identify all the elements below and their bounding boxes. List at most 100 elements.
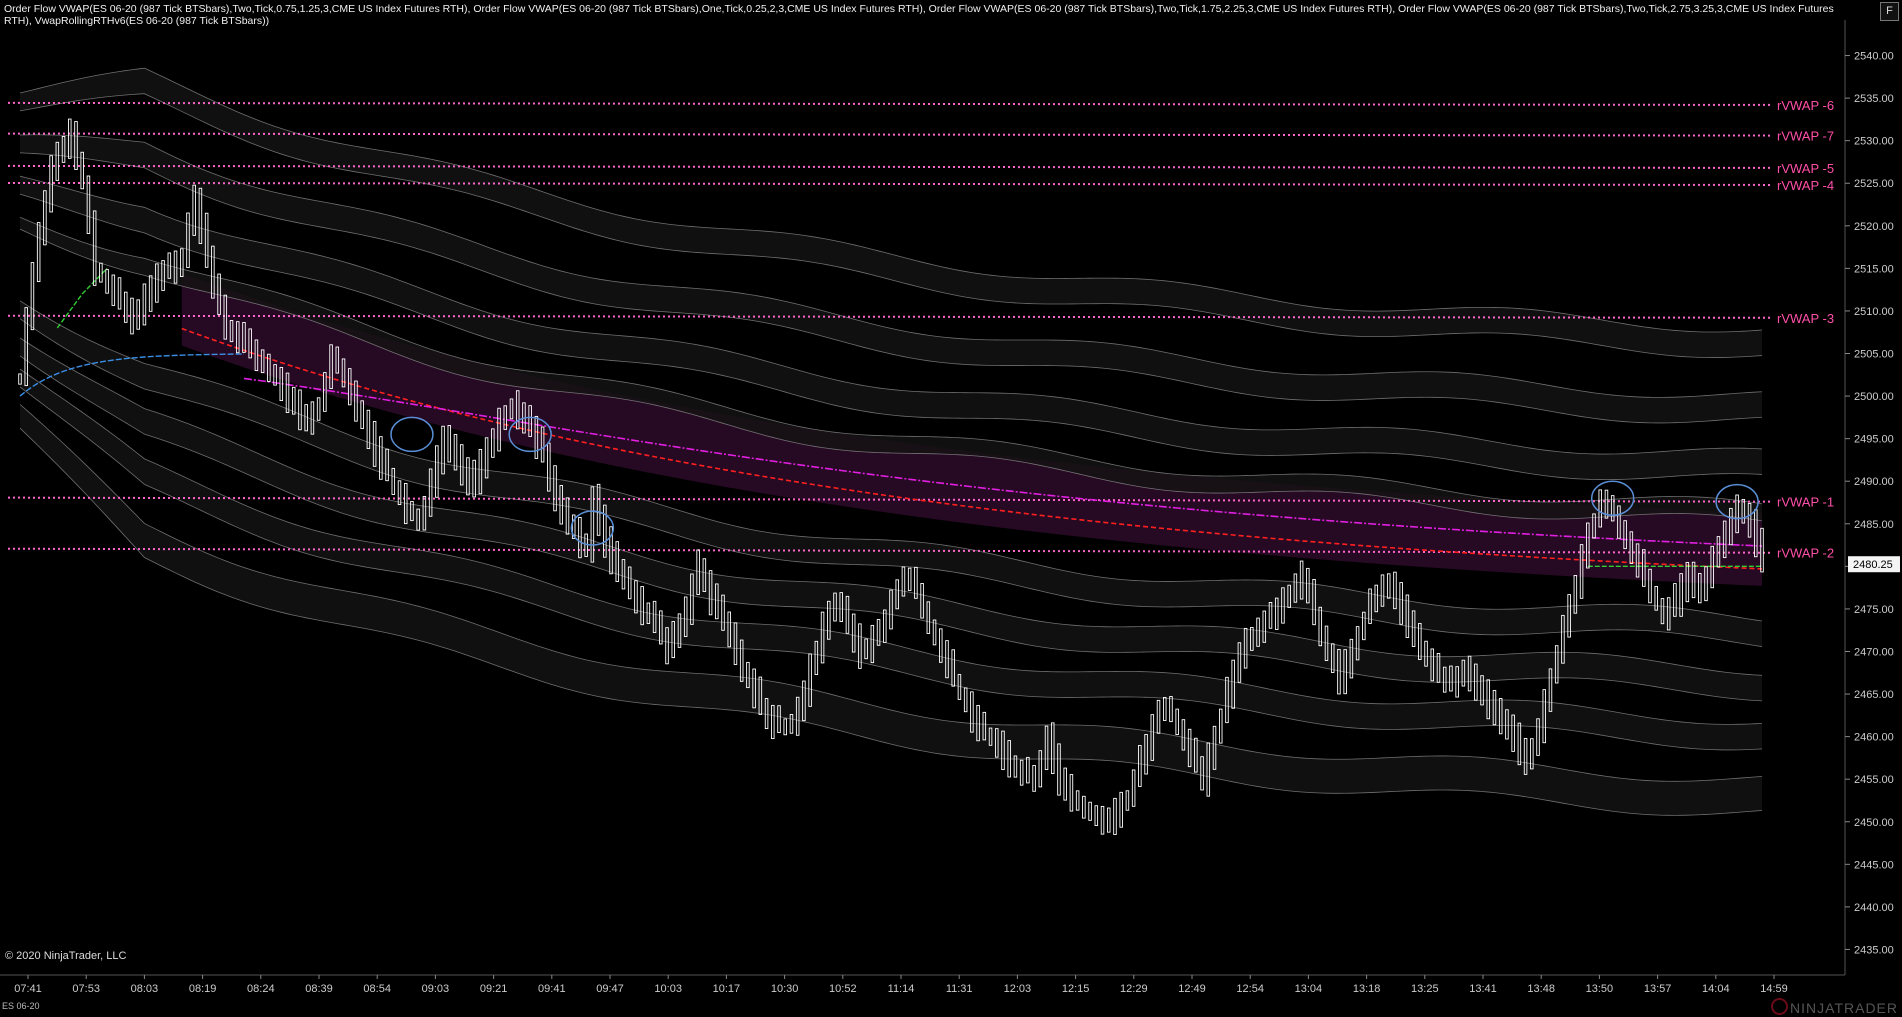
time-tick-label: 13:50 (1586, 983, 1614, 995)
price-tick-label: 2500.00 (1854, 391, 1894, 403)
indicator-legend: Order Flow VWAP(ES 06-20 (987 Tick BTSba… (4, 3, 1834, 27)
time-tick-label: 07:53 (72, 983, 100, 995)
price-bar (1100, 805, 1105, 835)
price-bar (447, 425, 452, 463)
price-bar (1386, 573, 1391, 599)
price-tick-label: 2470.00 (1854, 646, 1894, 658)
price-tick-label: 2495.00 (1854, 434, 1894, 446)
time-tick-label: 12:15 (1062, 983, 1090, 995)
time-tick-label: 09:03 (422, 983, 450, 995)
rvwap-label: rVWAP -4 (1777, 178, 1834, 193)
price-tick-label: 2515.00 (1854, 263, 1894, 275)
price-tick-label: 2465.00 (1854, 689, 1894, 701)
touch-marker-circle (390, 416, 434, 453)
price-bar (1032, 765, 1036, 792)
rvwap-line (7, 181, 1771, 186)
rvwap-line (7, 101, 1771, 106)
time-tick-label: 13:57 (1644, 983, 1672, 995)
copyright-text: © 2020 NinjaTrader, LLC (5, 950, 127, 962)
price-axis: 2540.00 2535.00 2530.00 2525.00 2520.00 2515.… (1844, 20, 1900, 975)
time-tick-label: 11:31 (946, 983, 973, 995)
price-tick-label: 2460.00 (1854, 732, 1894, 744)
time-tick-label: 10:52 (829, 983, 857, 995)
price-bar (397, 480, 402, 505)
price-tick-label: 2510.00 (1854, 306, 1894, 318)
time-tick-label: 09:47 (596, 983, 624, 995)
price-bar (1175, 708, 1179, 736)
price-bar (453, 434, 458, 471)
price-bar (1418, 622, 1422, 660)
time-tick-label: 13:48 (1527, 983, 1555, 995)
time-axis: 07:41 07:53 08:03 08:19 08:24 08:39 08:54 09:03… (0, 974, 1845, 995)
price-bar (1131, 769, 1136, 807)
price-bar (1088, 801, 1092, 821)
price-bar (316, 397, 321, 421)
time-tick-label: 08:24 (247, 983, 275, 995)
price-bar (1026, 756, 1030, 784)
time-tick-label: 08:39 (305, 983, 333, 995)
price-bar (360, 400, 364, 430)
price-bar (907, 567, 912, 591)
rvwap-line (7, 164, 1771, 169)
price-bar (932, 619, 937, 646)
price-tick-label: 2520.00 (1854, 221, 1894, 233)
price-tick-label: 2540.00 (1854, 51, 1894, 63)
touch-marker-circle (570, 510, 615, 546)
price-tick-label: 2485.00 (1854, 519, 1894, 531)
price-bar (136, 299, 140, 330)
price-bar (634, 580, 638, 614)
time-tick-label: 09:41 (538, 983, 566, 995)
price-tick-label: 2455.00 (1854, 774, 1894, 786)
price-bar (99, 262, 103, 283)
price-bar (1318, 606, 1323, 647)
ninjatrader-logo: NINJATRADER (1771, 998, 1898, 1016)
price-bar (1063, 767, 1067, 801)
time-tick-label: 07:41 (14, 983, 42, 995)
price-bar (291, 386, 296, 415)
time-tick-label: 11:14 (888, 983, 915, 995)
rvwap-label: rVWAP -3 (1777, 311, 1834, 326)
time-tick-label: 12:03 (1004, 983, 1032, 995)
brand-name: NINJATRADER (1790, 1000, 1898, 1016)
price-bar (130, 297, 134, 335)
price-bar (1075, 790, 1080, 811)
rvwap-label: rVWAP -1 (1777, 495, 1834, 510)
price-chart[interactable]: rVWAP -6 rVWAP -7 rVWAP -5 rVWAP -4 rVWAP -3… (0, 0, 1902, 1017)
time-tick-label: 13:04 (1295, 983, 1323, 995)
time-tick-label: 14:59 (1760, 983, 1788, 995)
time-tick-label: 08:19 (189, 983, 217, 995)
price-bar (111, 274, 116, 306)
price-bar (1517, 722, 1522, 766)
price-tick-label: 2445.00 (1854, 859, 1894, 871)
chart-options-button[interactable]: F (1880, 2, 1899, 21)
price-bar (105, 269, 109, 294)
time-tick-label: 13:25 (1411, 983, 1439, 995)
price-bar (124, 291, 128, 323)
instrument-label: ES 06-20 (2, 1001, 40, 1011)
price-tick-label: 2525.00 (1854, 178, 1894, 190)
rvwap-label: rVWAP -7 (1777, 129, 1834, 144)
price-bar (1169, 696, 1173, 723)
price-bar (117, 277, 122, 310)
time-tick-label: 08:54 (363, 983, 391, 995)
price-bar (1113, 797, 1117, 835)
price-tick-label: 2505.00 (1854, 349, 1894, 361)
time-tick-label: 12:49 (1178, 983, 1206, 995)
price-bar (1019, 759, 1024, 786)
price-bar (883, 609, 887, 643)
price-bar (1069, 774, 1074, 812)
price-tick-label: 2475.00 (1854, 604, 1894, 616)
last-price-label: 2480.25 (1853, 559, 1893, 571)
rvwap-label: rVWAP -6 (1777, 98, 1834, 113)
price-bar (783, 718, 787, 736)
price-bar (1162, 696, 1167, 721)
price-tick-label: 2440.00 (1854, 902, 1894, 914)
price-bar (1082, 795, 1086, 819)
price-bar (1106, 807, 1111, 833)
price-bar (142, 283, 147, 326)
time-tick-label: 13:41 (1469, 983, 1497, 995)
price-bar (1125, 790, 1130, 811)
price-bar (148, 275, 153, 312)
time-tick-label: 12:54 (1236, 983, 1264, 995)
time-tick-label: 08:03 (131, 983, 159, 995)
